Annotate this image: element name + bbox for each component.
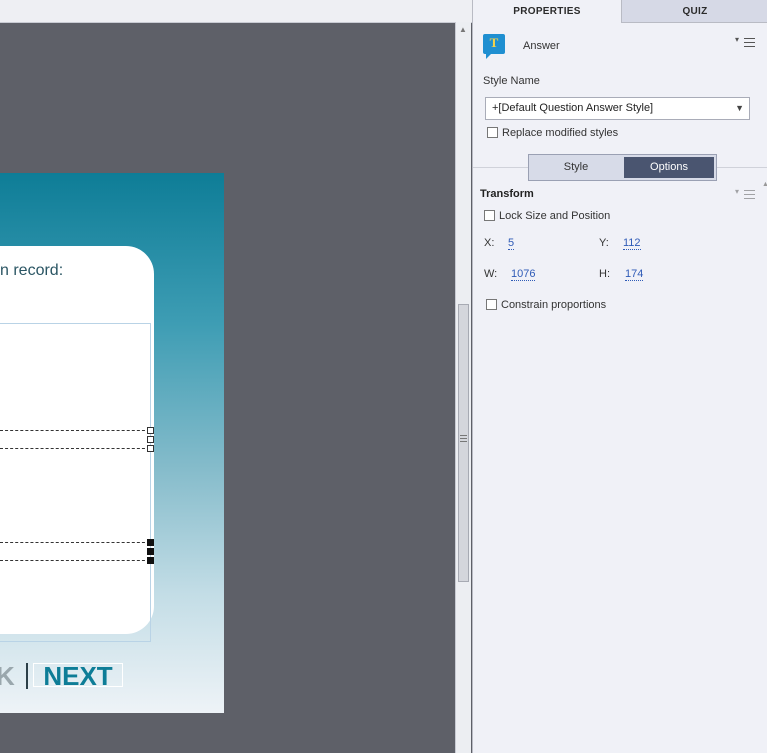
text-caption-icon: T — [483, 34, 505, 59]
transform-menu-icon[interactable] — [735, 187, 757, 202]
question-text[interactable]: n record: — [0, 262, 63, 280]
object-name: Answer — [523, 40, 560, 52]
vertical-scrollbar[interactable]: ▲ — [455, 22, 471, 753]
resize-handle[interactable] — [147, 539, 154, 546]
canvas-top-strip — [0, 0, 472, 23]
lock-size-checkbox[interactable] — [484, 210, 495, 221]
properties-panel: PROPERTIES QUIZ T Answer Style Name +[De… — [472, 0, 767, 753]
h-label: H: — [599, 268, 610, 280]
resize-handle[interactable] — [147, 548, 154, 555]
style-name-value: +[Default Question Answer Style] — [492, 102, 654, 114]
constrain-proportions-checkbox[interactable] — [486, 299, 497, 310]
answer-2-top-border — [0, 542, 150, 543]
grip-icon — [460, 435, 468, 444]
chevron-down-icon: ▼ — [735, 103, 744, 113]
slide[interactable]: n record: K NEXT — [0, 173, 224, 713]
resize-handle[interactable] — [147, 445, 154, 452]
transform-section-title: Transform — [480, 188, 534, 200]
resize-handle[interactable] — [147, 557, 154, 564]
tab-quiz[interactable]: QUIZ — [622, 0, 767, 23]
scroll-up-arrow-icon[interactable]: ▲ — [459, 25, 467, 34]
lock-size-label: Lock Size and Position — [499, 210, 611, 222]
next-button[interactable]: NEXT — [33, 663, 123, 689]
resize-handle[interactable] — [147, 427, 154, 434]
x-value-field[interactable]: 5 — [508, 237, 515, 250]
answer-1-bottom-border — [0, 448, 150, 449]
constrain-proportions-label: Constrain proportions — [501, 299, 607, 311]
collapse-caret-icon[interactable]: ▲ — [762, 181, 767, 188]
style-name-label: Style Name — [483, 75, 540, 87]
nav-separator — [26, 663, 28, 689]
back-button[interactable]: K — [0, 663, 15, 689]
w-label: W: — [484, 268, 498, 280]
stage-canvas[interactable]: n record: K NEXT — [0, 23, 455, 753]
resize-handle[interactable] — [147, 436, 154, 443]
answer-2-bottom-border — [0, 560, 150, 561]
style-options-toggle: Style Options — [528, 154, 717, 181]
style-segment-button[interactable]: Style — [529, 155, 623, 180]
y-label: Y: — [599, 237, 609, 249]
h-value-field[interactable]: 174 — [625, 268, 644, 281]
answer-area[interactable] — [0, 323, 151, 642]
scroll-thumb[interactable] — [458, 304, 469, 582]
slide-navigation: K NEXT — [0, 663, 124, 689]
x-label: X: — [484, 237, 495, 249]
w-value-field[interactable]: 1076 — [511, 268, 536, 281]
tab-properties[interactable]: PROPERTIES — [473, 0, 622, 23]
replace-modified-checkbox[interactable] — [487, 127, 498, 138]
panel-menu-icon[interactable] — [735, 35, 757, 50]
style-name-select[interactable]: +[Default Question Answer Style] ▼ — [485, 97, 750, 120]
y-value-field[interactable]: 112 — [623, 237, 641, 250]
answer-1-top-border — [0, 430, 150, 431]
replace-modified-label: Replace modified styles — [502, 127, 619, 139]
options-segment-button[interactable]: Options — [624, 157, 714, 178]
